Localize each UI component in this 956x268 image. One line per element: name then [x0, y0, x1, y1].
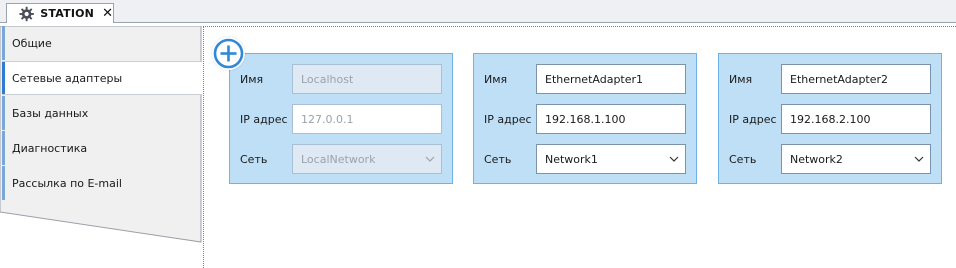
sidebar-item-label: Рассылка по E-mail — [12, 176, 122, 190]
adapter-name-field[interactable]: EthernetAdapter2 — [781, 64, 931, 94]
sidebar-item-email[interactable]: Рассылка по E-mail — [2, 166, 202, 200]
adapter-card-localhost: Имя Localhost IP адрес 127.0.0.1 Сеть Lo… — [229, 53, 453, 184]
sidebar-item-diagnostics[interactable]: Диагностика — [2, 131, 202, 165]
ip-label: IP адрес — [240, 112, 288, 126]
plus-circle-icon — [213, 38, 244, 69]
adapter-network-select[interactable]: Network1 — [536, 144, 686, 174]
network-label: Сеть — [240, 152, 268, 166]
adapter-card-2: Имя EthernetAdapter2 IP адрес 192.168.2.… — [718, 53, 942, 184]
document-tabstrip: STATION ✕ — [0, 0, 956, 23]
name-label: Имя — [240, 72, 264, 86]
adapter-name-field[interactable]: EthernetAdapter1 — [536, 64, 686, 94]
adapter-network-select: LocalNetwork — [292, 144, 442, 174]
name-label: Имя — [729, 72, 753, 86]
tab-station[interactable]: STATION ✕ — [6, 3, 114, 23]
settings-sidebar: Общие Сетевые адаптеры Базы данных Диагн… — [0, 26, 203, 268]
sidebar-item-label: Сетевые адаптеры — [12, 71, 123, 85]
chevron-down-icon — [669, 156, 679, 162]
sidebar-item-general[interactable]: Общие — [2, 26, 202, 60]
network-label: Сеть — [729, 152, 757, 166]
network-value: Network2 — [790, 152, 843, 166]
sidebar-item-label: Базы данных — [12, 106, 89, 120]
chevron-down-icon — [914, 156, 924, 162]
network-label: Сеть — [484, 152, 512, 166]
add-adapter-button[interactable] — [212, 37, 245, 70]
ip-label: IP адрес — [729, 112, 777, 126]
adapter-ip-field[interactable]: 192.168.2.100 — [781, 104, 931, 134]
adapter-name-field: Localhost — [292, 64, 442, 94]
name-label: Имя — [484, 72, 508, 86]
ip-label: IP адрес — [484, 112, 532, 126]
adapter-ip-field[interactable]: 127.0.0.1 — [292, 104, 442, 134]
adapter-card-1: Имя EthernetAdapter1 IP адрес 192.168.1.… — [473, 53, 697, 184]
network-value: LocalNetwork — [301, 152, 376, 166]
sidebar-item-databases[interactable]: Базы данных — [2, 96, 202, 130]
network-value: Network1 — [545, 152, 598, 166]
sidebar-item-network-adapters[interactable]: Сетевые адаптеры — [2, 61, 202, 95]
gear-icon — [19, 6, 34, 21]
tab-title: STATION — [40, 7, 95, 20]
chevron-down-icon — [425, 156, 435, 162]
sidebar-item-label: Общие — [12, 36, 52, 50]
close-icon[interactable]: ✕ — [102, 7, 113, 20]
sidebar-item-label: Диагностика — [12, 141, 88, 155]
adapter-network-select[interactable]: Network2 — [781, 144, 931, 174]
adapter-ip-field[interactable]: 192.168.1.100 — [536, 104, 686, 134]
